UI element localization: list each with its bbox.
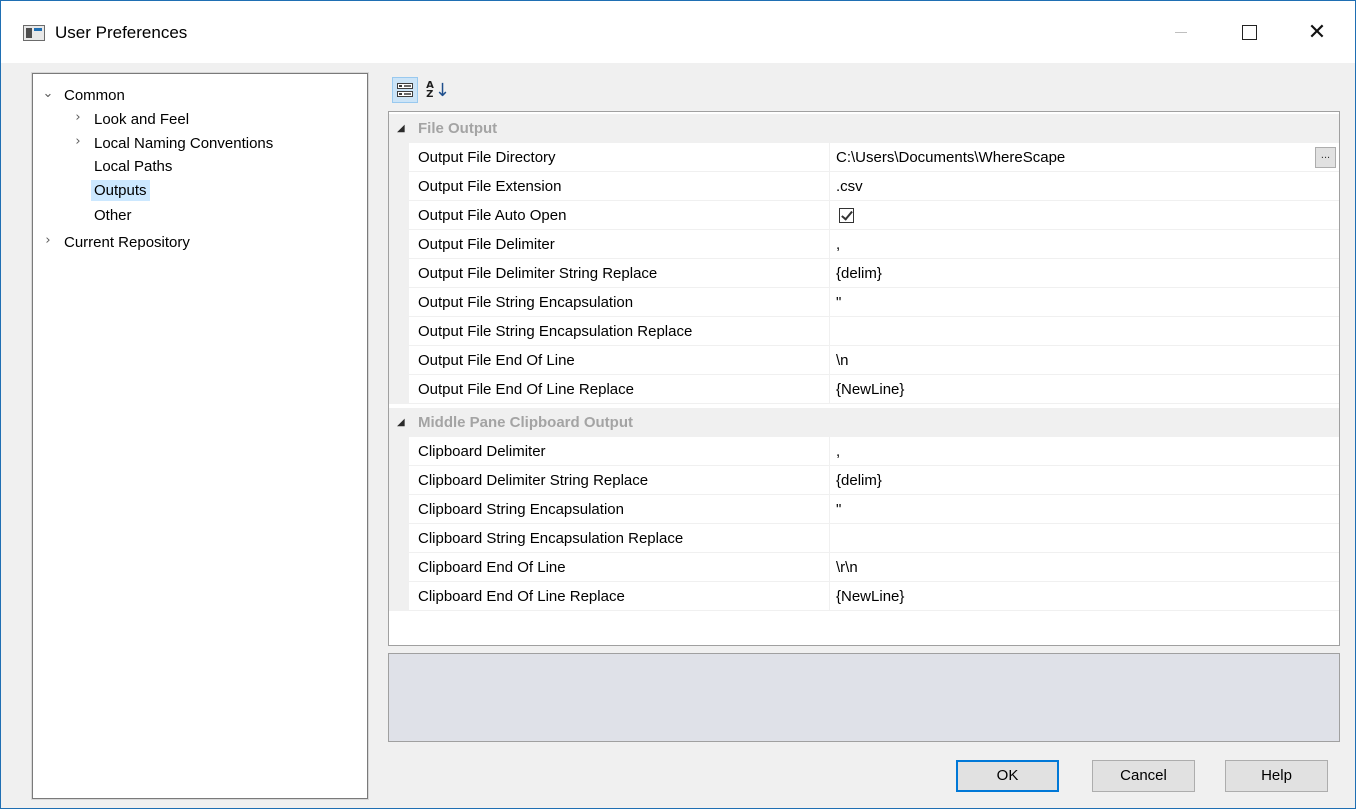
- property-value[interactable]: \r\n: [830, 553, 1339, 582]
- maximize-button[interactable]: [1217, 1, 1281, 63]
- close-icon: ✕: [1307, 19, 1327, 45]
- property-value[interactable]: ,: [830, 230, 1339, 259]
- sort-alphabetical-icon: A Z ↓: [426, 79, 450, 101]
- category-clipboard-output[interactable]: ◢ Middle Pane Clipboard Output: [389, 408, 1339, 437]
- property-row[interactable]: Output File Delimiter ,: [389, 230, 1339, 259]
- property-name: Clipboard String Encapsulation: [409, 495, 830, 524]
- property-name: Clipboard End Of Line Replace: [409, 582, 830, 611]
- property-row[interactable]: Output File Auto Open: [389, 201, 1339, 230]
- property-name: Output File Delimiter String Replace: [409, 259, 830, 288]
- window-title: User Preferences: [55, 23, 188, 42]
- collapse-triangle-icon[interactable]: ◢: [397, 408, 405, 437]
- property-value[interactable]: {delim}: [830, 259, 1339, 288]
- property-name: Output File End Of Line Replace: [409, 375, 830, 404]
- property-value[interactable]: ": [830, 288, 1339, 317]
- app-window-icon: [23, 25, 45, 41]
- close-button[interactable]: ✕: [1285, 1, 1349, 63]
- property-row[interactable]: Output File String Encapsulation ": [389, 288, 1339, 317]
- property-name: Output File Delimiter: [409, 230, 830, 259]
- property-name: Output File Auto Open: [409, 201, 830, 230]
- title-bar: User Preferences ✕: [1, 1, 1355, 63]
- property-name: Output File String Encapsulation: [409, 288, 830, 317]
- ok-button[interactable]: OK: [956, 760, 1059, 792]
- property-name: Output File Directory: [409, 143, 830, 172]
- tree-item-label: Other: [94, 207, 132, 224]
- tree-item-other[interactable]: Other: [91, 204, 135, 228]
- minimize-button[interactable]: [1149, 1, 1213, 63]
- tree-item-label: Outputs: [91, 180, 150, 201]
- property-name: Clipboard String Encapsulation Replace: [409, 524, 830, 553]
- property-row[interactable]: Clipboard Delimiter ,: [389, 437, 1339, 466]
- property-name: Output File String Encapsulation Replace: [409, 317, 830, 346]
- property-value[interactable]: .csv: [830, 172, 1339, 201]
- property-value[interactable]: {delim}: [830, 466, 1339, 495]
- tree-item-local-paths[interactable]: Local Paths: [91, 155, 175, 179]
- chevron-right-icon[interactable]: ›: [71, 106, 85, 130]
- property-value[interactable]: ": [830, 495, 1339, 524]
- tree-item-label: Local Naming Conventions: [94, 135, 274, 152]
- property-value[interactable]: ,: [830, 437, 1339, 466]
- help-button[interactable]: Help: [1225, 760, 1328, 792]
- category-file-output[interactable]: ◢ File Output: [389, 114, 1339, 143]
- browse-button[interactable]: ...: [1315, 147, 1336, 168]
- property-row[interactable]: Output File Directory C:\Users\Documents…: [389, 143, 1339, 172]
- collapse-triangle-icon[interactable]: ◢: [397, 114, 405, 143]
- chevron-right-icon[interactable]: ›: [41, 229, 55, 253]
- property-row[interactable]: Clipboard Delimiter String Replace {deli…: [389, 466, 1339, 495]
- property-name: Output File Extension: [409, 172, 830, 201]
- property-name: Clipboard End Of Line: [409, 553, 830, 582]
- property-value[interactable]: {NewLine}: [830, 582, 1339, 611]
- categorized-view-button[interactable]: [392, 77, 418, 103]
- tree-item-label: Current Repository: [64, 234, 190, 251]
- property-name: Clipboard Delimiter: [409, 437, 830, 466]
- auto-open-checkbox[interactable]: [839, 208, 854, 223]
- description-pane: [388, 653, 1340, 742]
- property-row[interactable]: Clipboard String Encapsulation Replace: [389, 524, 1339, 553]
- property-row[interactable]: Clipboard String Encapsulation ": [389, 495, 1339, 524]
- property-value[interactable]: C:\Users\Documents\WhereScape ...: [830, 143, 1339, 172]
- property-value[interactable]: [830, 524, 1339, 553]
- property-row[interactable]: Clipboard End Of Line Replace {NewLine}: [389, 582, 1339, 611]
- property-row[interactable]: Output File String Encapsulation Replace: [389, 317, 1339, 346]
- category-label: File Output: [418, 120, 498, 137]
- property-value[interactable]: \n: [830, 346, 1339, 375]
- user-preferences-window: User Preferences ✕ ⌄ Common › Look and F…: [0, 0, 1356, 809]
- property-name: Output File End Of Line: [409, 346, 830, 375]
- maximize-icon: [1241, 24, 1257, 40]
- property-row[interactable]: Output File End Of Line \n: [389, 346, 1339, 375]
- category-label: Middle Pane Clipboard Output: [418, 414, 633, 431]
- chevron-down-icon[interactable]: ⌄: [41, 82, 55, 106]
- cancel-button[interactable]: Cancel: [1092, 760, 1195, 792]
- property-row[interactable]: Clipboard End Of Line \r\n: [389, 553, 1339, 582]
- chevron-right-icon[interactable]: ›: [71, 130, 85, 154]
- property-value[interactable]: [830, 201, 1339, 230]
- property-row[interactable]: Output File End Of Line Replace {NewLine…: [389, 375, 1339, 404]
- alphabetical-sort-button[interactable]: A Z ↓: [425, 77, 451, 103]
- tree-item-outputs[interactable]: Outputs: [91, 179, 150, 203]
- categorized-icon: [397, 82, 413, 98]
- property-row[interactable]: Output File Delimiter String Replace {de…: [389, 259, 1339, 288]
- property-row[interactable]: Output File Extension .csv: [389, 172, 1339, 201]
- property-value-text: C:\Users\Documents\WhereScape: [836, 149, 1066, 166]
- tree-item-label: Local Paths: [94, 158, 173, 175]
- property-value[interactable]: [830, 317, 1339, 346]
- preferences-tree[interactable]: ⌄ Common › Look and Feel › Local Naming …: [31, 72, 369, 800]
- minimize-icon: [1175, 31, 1187, 33]
- property-name: Clipboard Delimiter String Replace: [409, 466, 830, 495]
- property-grid[interactable]: ◢ File Output Output File Directory C:\U…: [388, 111, 1340, 646]
- property-value[interactable]: {NewLine}: [830, 375, 1339, 404]
